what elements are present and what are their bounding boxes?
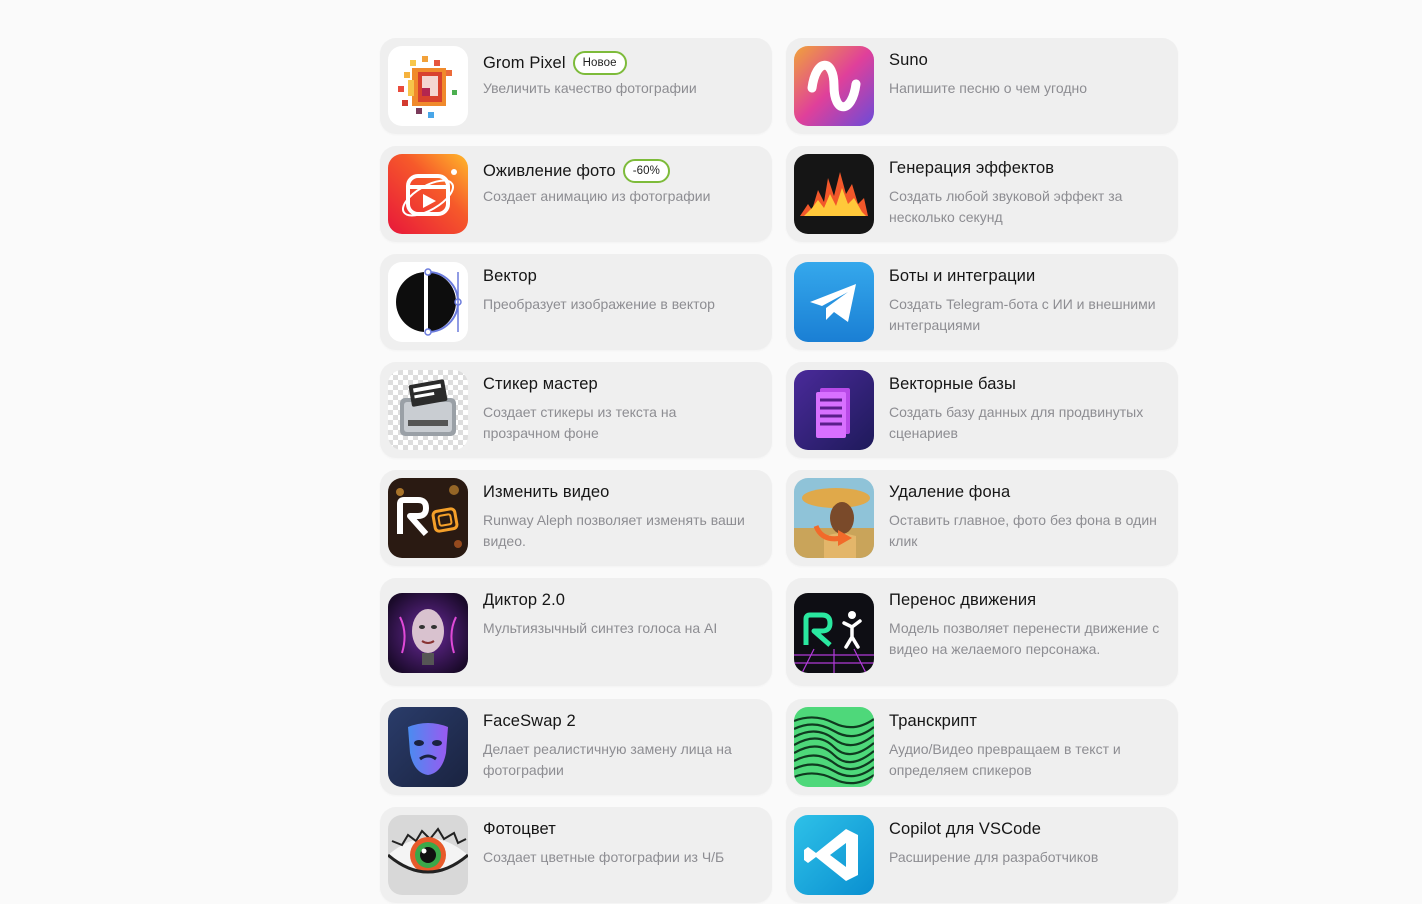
tool-description: Оставить главное, фото без фона в один к… — [889, 512, 1157, 549]
tool-description: Модель позволяет перенести движение с ви… — [889, 620, 1160, 657]
tool-card-photo-animation[interactable]: Оживление фото -60% Создает анимацию из … — [380, 146, 772, 242]
sticker-printer-icon — [388, 370, 468, 450]
tool-card-grom-pixel[interactable]: Grom Pixel Новое Увеличить качество фото… — [380, 38, 772, 134]
tool-description: Расширение для разработчиков — [889, 849, 1099, 865]
tool-title: Удаление фона — [889, 483, 1011, 501]
tool-card-transcript[interactable]: Транскрипт Аудио/Видео превращаем в текс… — [786, 699, 1178, 795]
tool-title: Suno — [889, 51, 928, 69]
tool-card-sound-effects[interactable]: Генерация эффектов Создать любой звуково… — [786, 146, 1178, 242]
suno-logo-icon — [794, 46, 874, 126]
colorized-eye-icon — [388, 815, 468, 895]
tool-description: Runway Aleph позволяет изменять ваши вид… — [483, 512, 745, 549]
tool-title: Grom Pixel — [483, 53, 566, 72]
reels-play-icon — [388, 154, 468, 234]
tool-description: Создает цветные фотографии из Ч/Б — [483, 849, 725, 865]
tool-title: Перенос движения — [889, 591, 1037, 609]
pixel-upscale-icon — [388, 46, 468, 126]
face-swap-mask-icon — [388, 707, 468, 787]
tool-title: Диктор 2.0 — [483, 591, 566, 609]
tool-card-faceswap[interactable]: FaceSwap 2 Делает реалистичную замену ли… — [380, 699, 772, 795]
tool-card-bots-integrations[interactable]: Боты и интеграции Создать Telegram-бота … — [786, 254, 1178, 350]
tool-card-motion-transfer[interactable]: Перенос движения Модель позволяет перене… — [786, 578, 1178, 686]
tool-description: Создает стикеры из текста на прозрачном … — [483, 404, 677, 441]
tool-title: Фотоцвет — [483, 820, 556, 838]
tool-card-vector[interactable]: Вектор Преобразует изображение в вектор — [380, 254, 772, 350]
tool-description: Создать любой звуковой эффект за несколь… — [889, 188, 1123, 225]
tool-card-photocolor[interactable]: Фотоцвет Создает цветные фотографии из Ч… — [380, 807, 772, 903]
tool-title: Оживление фото — [483, 161, 616, 180]
telegram-icon — [794, 262, 874, 342]
tool-title: Вектор — [483, 267, 537, 285]
tool-title: Векторные базы — [889, 375, 1016, 393]
tool-card-vector-databases[interactable]: Векторные базы Создать базу данных для п… — [786, 362, 1178, 458]
tool-description: Мультиязычный синтез голоса на AI — [483, 620, 718, 636]
tool-card-sticker-master[interactable]: Стикер мастер Создает стикеры из текста … — [380, 362, 772, 458]
tool-card-edit-video[interactable]: Изменить видео Runway Aleph позволяет из… — [380, 470, 772, 566]
ai-voice-face-icon — [388, 593, 468, 673]
motion-transfer-icon — [794, 593, 874, 673]
runway-video-icon — [388, 478, 468, 558]
tool-title: Copilot для VSCode — [889, 820, 1041, 838]
tool-title: Транскрипт — [889, 712, 977, 730]
tool-title: Стикер мастер — [483, 375, 598, 393]
background-removal-icon — [794, 478, 874, 558]
tool-card-background-removal[interactable]: Удаление фона Оставить главное, фото без… — [786, 470, 1178, 566]
tool-card-suno[interactable]: Suno Напишите песню о чем угодно — [786, 38, 1178, 134]
vector-circle-icon — [388, 262, 468, 342]
vscode-icon — [794, 815, 874, 895]
tool-title: FaceSwap 2 — [483, 712, 576, 730]
tool-description: Создать базу данных для продвинутых сцен… — [889, 404, 1144, 441]
tool-title: Изменить видео — [483, 483, 610, 501]
tool-description: Увеличить качество фотографии — [483, 80, 697, 96]
sound-wave-icon — [794, 154, 874, 234]
database-book-icon — [794, 370, 874, 450]
tool-description: Создать Telegram-бота с ИИ и внешними ин… — [889, 296, 1156, 333]
tool-description: Напишите песню о чем угодно — [889, 80, 1088, 96]
discount-badge: -60% — [622, 159, 670, 183]
tool-description: Создает анимацию из фотографии — [483, 188, 711, 204]
tool-description: Аудио/Видео превращаем в текст и определ… — [889, 741, 1121, 778]
tool-card-announcer[interactable]: Диктор 2.0 Мультиязычный синтез голоса н… — [380, 578, 772, 686]
tool-title: Боты и интеграции — [889, 267, 1036, 285]
tool-description: Преобразует изображение в вектор — [483, 296, 715, 312]
new-badge: Новое — [572, 51, 627, 75]
transcript-wave-icon — [794, 707, 874, 787]
tool-card-copilot-vscode[interactable]: Copilot для VSCode Расширение для разраб… — [786, 807, 1178, 903]
tool-title: Генерация эффектов — [889, 159, 1055, 177]
tool-description: Делает реалистичную замену лица на фотог… — [483, 741, 732, 778]
